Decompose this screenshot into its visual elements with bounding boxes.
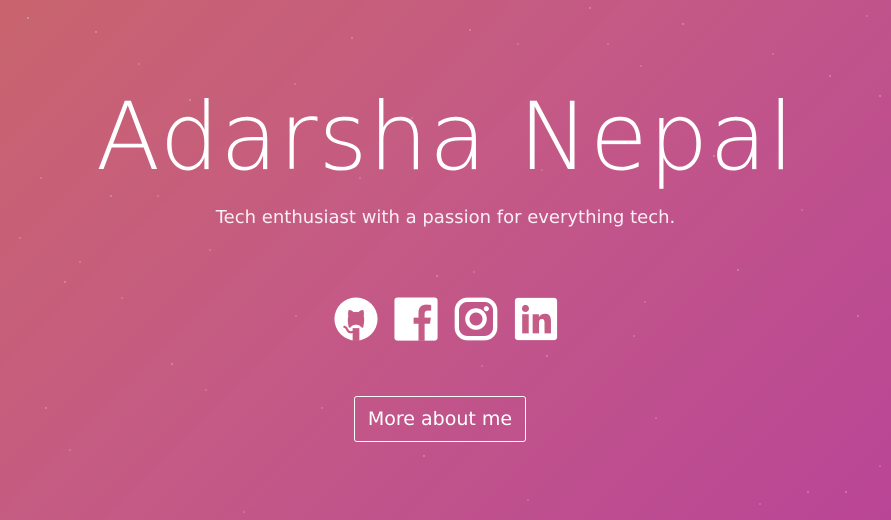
instagram-icon <box>454 297 497 341</box>
social-links <box>0 296 891 344</box>
github-icon <box>333 297 378 341</box>
hero-section: Adarsha Nepal Tech enthusiast with a pas… <box>0 0 891 520</box>
facebook-link[interactable] <box>393 296 439 342</box>
github-link[interactable] <box>333 296 379 342</box>
instagram-link[interactable] <box>453 296 499 342</box>
more-about-me-button[interactable]: More about me <box>354 396 526 442</box>
page-title: Adarsha Nepal <box>95 83 796 192</box>
linkedin-icon <box>514 297 557 341</box>
facebook-icon <box>393 297 438 341</box>
linkedin-link[interactable] <box>513 296 559 342</box>
tagline: Tech enthusiast with a passion for every… <box>215 207 676 228</box>
